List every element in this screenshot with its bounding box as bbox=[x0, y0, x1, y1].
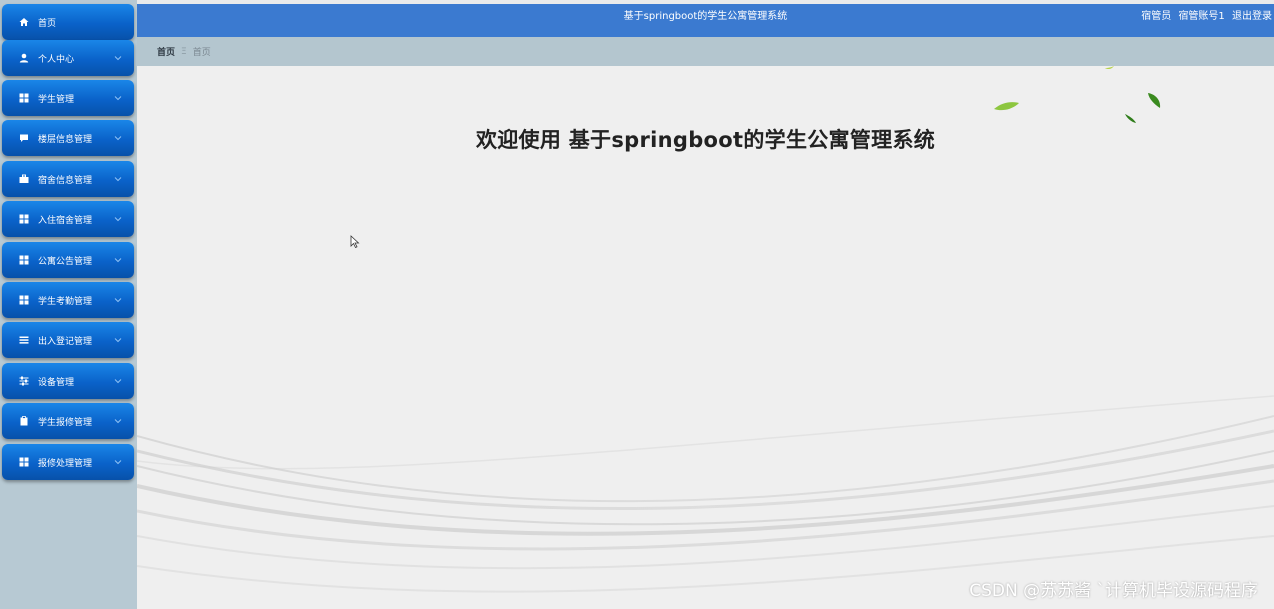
grid-icon bbox=[19, 295, 29, 305]
chevron-down-icon bbox=[113, 133, 123, 143]
sidebar-item-label: 报修处理管理 bbox=[38, 458, 93, 469]
breadcrumb-current: 首页 bbox=[192, 48, 211, 58]
sidebar-item-label: 学生报修管理 bbox=[38, 417, 93, 428]
home-icon bbox=[19, 17, 29, 27]
sidebar-item-equipment[interactable]: 设备管理 bbox=[2, 363, 134, 399]
sidebar-item-home[interactable]: 首页 bbox=[2, 4, 134, 40]
breadcrumb: 首页 Ξ 首页 bbox=[137, 37, 1274, 66]
sidebar-item-label: 首页 bbox=[38, 18, 57, 29]
main-content: 欢迎使用 基于springboot的学生公寓管理系统 CSDN @苏苏酱 `计算… bbox=[137, 66, 1274, 609]
chevron-down-icon bbox=[113, 214, 123, 224]
user-role: 宿管员 bbox=[1141, 11, 1172, 22]
sidebar-item-attendance[interactable]: 学生考勤管理 bbox=[2, 282, 134, 318]
chevron-down-icon bbox=[113, 335, 123, 345]
user-area: 宿管员 宿管账号1 退出登录 bbox=[1137, 4, 1272, 30]
grid-icon bbox=[19, 255, 29, 265]
sidebar-item-repair-processing[interactable]: 报修处理管理 bbox=[2, 444, 134, 480]
sidebar-item-label: 入住宿舍管理 bbox=[38, 215, 93, 226]
user-account: 宿管账号1 bbox=[1178, 11, 1225, 22]
briefcase-icon bbox=[19, 174, 29, 184]
chevron-down-icon bbox=[113, 93, 123, 103]
chevron-down-icon bbox=[113, 53, 123, 63]
comment-icon bbox=[19, 133, 29, 143]
grid-icon bbox=[19, 457, 29, 467]
sidebar: 首页 个人中心 学生管理 楼层信息管理 宿舍信息管理 入住宿舍管理 公寓公告管理… bbox=[0, 0, 137, 609]
chevron-down-icon bbox=[113, 376, 123, 386]
sidebar-item-label: 出入登记管理 bbox=[38, 336, 93, 347]
sidebar-item-label: 学生考勤管理 bbox=[38, 296, 93, 307]
sidebar-item-floor-info[interactable]: 楼层信息管理 bbox=[2, 120, 134, 156]
sliders-icon bbox=[19, 376, 29, 386]
list-icon bbox=[19, 335, 29, 345]
sidebar-item-checkin[interactable]: 入住宿舍管理 bbox=[2, 201, 134, 237]
grid-icon bbox=[19, 214, 29, 224]
welcome-heading: 欢迎使用 基于springboot的学生公寓管理系统 bbox=[475, 128, 936, 152]
grid-icon bbox=[19, 93, 29, 103]
sidebar-item-dorm-info[interactable]: 宿舍信息管理 bbox=[2, 161, 134, 197]
leaf-decoration bbox=[994, 66, 1161, 123]
logout-link[interactable]: 退出登录 bbox=[1232, 11, 1272, 22]
chevron-down-icon bbox=[113, 457, 123, 467]
breadcrumb-home-link[interactable]: 首页 bbox=[157, 45, 175, 58]
app-title: 基于springboot的学生公寓管理系统 bbox=[623, 11, 788, 22]
sidebar-item-label: 学生管理 bbox=[38, 94, 75, 105]
sidebar-item-personal-center[interactable]: 个人中心 bbox=[2, 40, 134, 76]
sidebar-item-repair-requests[interactable]: 学生报修管理 bbox=[2, 403, 134, 439]
sidebar-item-label: 个人中心 bbox=[38, 54, 75, 65]
chevron-down-icon bbox=[113, 295, 123, 305]
mouse-cursor-icon bbox=[350, 235, 360, 249]
sidebar-item-label: 楼层信息管理 bbox=[38, 134, 93, 145]
sidebar-item-label: 设备管理 bbox=[38, 377, 75, 388]
watermark-text: CSDN @苏苏酱 `计算机毕设源码程序 bbox=[969, 581, 1258, 601]
top-header: 基于springboot的学生公寓管理系统 宿管员 宿管账号1 退出登录 bbox=[137, 4, 1274, 37]
breadcrumb-separator: Ξ bbox=[181, 46, 187, 57]
user-icon bbox=[19, 53, 29, 63]
sidebar-item-label: 宿舍信息管理 bbox=[38, 175, 93, 186]
chevron-down-icon bbox=[113, 416, 123, 426]
clipboard-icon bbox=[19, 416, 29, 426]
sidebar-item-announcements[interactable]: 公寓公告管理 bbox=[2, 242, 134, 278]
sidebar-item-student-management[interactable]: 学生管理 bbox=[2, 80, 134, 116]
sidebar-item-label: 公寓公告管理 bbox=[38, 256, 93, 267]
chevron-down-icon bbox=[113, 174, 123, 184]
chevron-down-icon bbox=[113, 255, 123, 265]
sidebar-item-entry-exit[interactable]: 出入登记管理 bbox=[2, 322, 134, 358]
